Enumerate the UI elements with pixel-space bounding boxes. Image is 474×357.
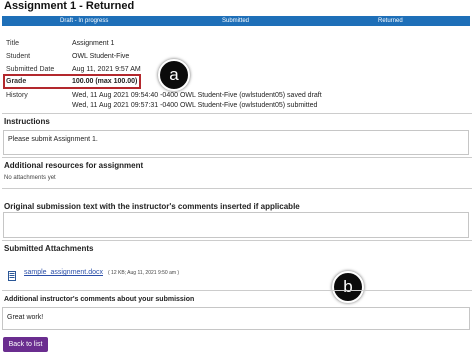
grade-value: 100.00 (max 100.00) xyxy=(72,78,138,85)
progress-step-draft: Draft - In progress xyxy=(60,18,109,24)
instructions-text: Please submit Assignment 1. xyxy=(8,136,98,143)
original-submission-heading: Original submission text with the instru… xyxy=(4,202,300,211)
section-divider xyxy=(2,240,472,241)
instructions-box: Please submit Assignment 1. xyxy=(3,130,469,155)
instructions-heading: Instructions xyxy=(4,117,50,126)
section-divider xyxy=(2,188,472,189)
progress-step-returned: Returned xyxy=(378,18,403,24)
instructor-comments-box: Great work! xyxy=(2,307,470,330)
callout-marker-b: b xyxy=(332,271,364,303)
section-divider xyxy=(2,113,472,114)
submitted-date-value: Aug 11, 2021 9:57 AM xyxy=(72,66,141,73)
section-divider xyxy=(2,290,472,291)
additional-resources-heading: Additional resources for assignment xyxy=(4,161,144,170)
progress-step-submitted: Submitted xyxy=(222,18,250,24)
original-submission-box xyxy=(3,212,469,238)
attachment-file-meta: ( 12 KB; Aug 11, 2021 9:50 am ) xyxy=(108,270,180,276)
back-to-list-button[interactable]: Back to list xyxy=(3,337,48,352)
title-value: Assignment 1 xyxy=(72,40,115,47)
grade-label: Grade xyxy=(6,78,27,85)
submitted-attachments-heading: Submitted Attachments xyxy=(4,244,94,253)
instructor-comments-heading: Additional instructor's comments about y… xyxy=(4,296,195,303)
attachment-file-link[interactable]: sample_assignment.docx xyxy=(24,269,103,276)
instructor-comments-text: Great work! xyxy=(7,314,44,321)
no-attachments-text: No attachments yet xyxy=(4,175,56,181)
section-divider xyxy=(2,157,472,158)
submitted-date-label: Submitted Date xyxy=(6,66,55,73)
student-label: Student xyxy=(6,53,31,60)
page-title: Assignment 1 - Returned xyxy=(4,0,135,12)
word-document-icon xyxy=(8,268,16,281)
callout-marker-a: a xyxy=(158,59,190,91)
history-label: History xyxy=(6,92,28,99)
student-value: OWL Student-Five xyxy=(72,53,130,60)
history-entry: Wed, 11 Aug 2021 09:57:31 -0400 OWL Stud… xyxy=(72,102,318,109)
history-entry: Wed, 11 Aug 2021 09:54:40 -0400 OWL Stud… xyxy=(72,92,322,99)
title-label: Title xyxy=(6,40,19,47)
submission-progress-bar: Draft - In progress Submitted Returned xyxy=(2,16,470,26)
